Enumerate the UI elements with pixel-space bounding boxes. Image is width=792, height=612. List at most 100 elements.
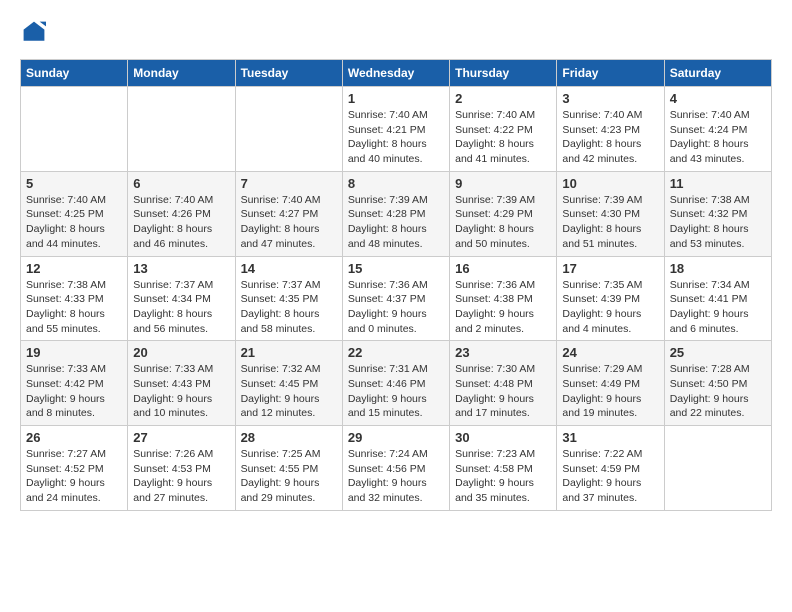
- day-info: Sunrise: 7:37 AMSunset: 4:35 PMDaylight:…: [241, 278, 337, 337]
- calendar-cell: 24 Sunrise: 7:29 AMSunset: 4:49 PMDayligh…: [557, 341, 664, 426]
- day-info: Sunrise: 7:31 AMSunset: 4:46 PMDaylight:…: [348, 362, 444, 421]
- col-header-monday: Monday: [128, 60, 235, 87]
- calendar-cell: 21 Sunrise: 7:32 AMSunset: 4:45 PMDayligh…: [235, 341, 342, 426]
- day-number: 1: [348, 91, 444, 106]
- calendar-cell: 14 Sunrise: 7:37 AMSunset: 4:35 PMDayligh…: [235, 256, 342, 341]
- day-info: Sunrise: 7:40 AMSunset: 4:21 PMDaylight:…: [348, 108, 444, 167]
- day-number: 21: [241, 345, 337, 360]
- col-header-sunday: Sunday: [21, 60, 128, 87]
- day-info: Sunrise: 7:34 AMSunset: 4:41 PMDaylight:…: [670, 278, 766, 337]
- day-info: Sunrise: 7:32 AMSunset: 4:45 PMDaylight:…: [241, 362, 337, 421]
- day-number: 7: [241, 176, 337, 191]
- day-number: 11: [670, 176, 766, 191]
- calendar-cell: [21, 87, 128, 172]
- calendar-cell: 18Sunrise: 7:34 AMSunset: 4:41 PMDayligh…: [664, 256, 771, 341]
- logo: [20, 20, 46, 49]
- calendar-cell: 19 Sunrise: 7:33 AMSunset: 4:42 PMDayligh…: [21, 341, 128, 426]
- day-number: 27: [133, 430, 229, 445]
- day-number: 31: [562, 430, 658, 445]
- day-info: Sunrise: 7:35 AMSunset: 4:39 PMDaylight:…: [562, 278, 658, 337]
- calendar-cell: 22 Sunrise: 7:31 AMSunset: 4:46 PMDayligh…: [342, 341, 449, 426]
- day-info: Sunrise: 7:27 AMSunset: 4:52 PMDaylight:…: [26, 447, 122, 506]
- calendar-cell: 20 Sunrise: 7:33 AMSunset: 4:43 PMDayligh…: [128, 341, 235, 426]
- calendar-cell: 26 Sunrise: 7:27 AMSunset: 4:52 PMDayligh…: [21, 426, 128, 511]
- day-info: Sunrise: 7:33 AMSunset: 4:42 PMDaylight:…: [26, 362, 122, 421]
- calendar-cell: 27 Sunrise: 7:26 AMSunset: 4:53 PMDayligh…: [128, 426, 235, 511]
- calendar-cell: [664, 426, 771, 511]
- logo-block: [20, 20, 46, 49]
- day-info: Sunrise: 7:38 AMSunset: 4:32 PMDaylight:…: [670, 193, 766, 252]
- col-header-tuesday: Tuesday: [235, 60, 342, 87]
- col-header-wednesday: Wednesday: [342, 60, 449, 87]
- day-info: Sunrise: 7:22 AMSunset: 4:59 PMDaylight:…: [562, 447, 658, 506]
- day-info: Sunrise: 7:33 AMSunset: 4:43 PMDaylight:…: [133, 362, 229, 421]
- day-info: Sunrise: 7:39 AMSunset: 4:28 PMDaylight:…: [348, 193, 444, 252]
- day-number: 5: [26, 176, 122, 191]
- day-number: 3: [562, 91, 658, 106]
- day-info: Sunrise: 7:39 AMSunset: 4:29 PMDaylight:…: [455, 193, 551, 252]
- calendar-week-5: 26 Sunrise: 7:27 AMSunset: 4:52 PMDayligh…: [21, 426, 772, 511]
- day-number: 20: [133, 345, 229, 360]
- day-number: 2: [455, 91, 551, 106]
- day-number: 28: [241, 430, 337, 445]
- day-number: 9: [455, 176, 551, 191]
- day-info: Sunrise: 7:39 AMSunset: 4:30 PMDaylight:…: [562, 193, 658, 252]
- calendar-cell: 3Sunrise: 7:40 AMSunset: 4:23 PMDaylight…: [557, 87, 664, 172]
- day-info: Sunrise: 7:36 AMSunset: 4:38 PMDaylight:…: [455, 278, 551, 337]
- calendar-cell: 17 Sunrise: 7:35 AMSunset: 4:39 PMDayligh…: [557, 256, 664, 341]
- calendar-cell: 9 Sunrise: 7:39 AMSunset: 4:29 PMDaylight…: [450, 171, 557, 256]
- day-number: 15: [348, 261, 444, 276]
- calendar-cell: 23 Sunrise: 7:30 AMSunset: 4:48 PMDayligh…: [450, 341, 557, 426]
- calendar-cell: 10 Sunrise: 7:39 AMSunset: 4:30 PMDayligh…: [557, 171, 664, 256]
- day-number: 26: [26, 430, 122, 445]
- day-info: Sunrise: 7:38 AMSunset: 4:33 PMDaylight:…: [26, 278, 122, 337]
- calendar-cell: 29 Sunrise: 7:24 AMSunset: 4:56 PMDayligh…: [342, 426, 449, 511]
- calendar-cell: 6Sunrise: 7:40 AMSunset: 4:26 PMDaylight…: [128, 171, 235, 256]
- day-info: Sunrise: 7:40 AMSunset: 4:26 PMDaylight:…: [133, 193, 229, 252]
- day-number: 29: [348, 430, 444, 445]
- logo-icon: [22, 20, 46, 44]
- calendar-header-row: SundayMondayTuesdayWednesdayThursdayFrid…: [21, 60, 772, 87]
- calendar-cell: 28Sunrise: 7:25 AMSunset: 4:55 PMDayligh…: [235, 426, 342, 511]
- day-info: Sunrise: 7:36 AMSunset: 4:37 PMDaylight:…: [348, 278, 444, 337]
- day-number: 14: [241, 261, 337, 276]
- day-number: 23: [455, 345, 551, 360]
- calendar-cell: 12 Sunrise: 7:38 AMSunset: 4:33 PMDayligh…: [21, 256, 128, 341]
- calendar-cell: 2Sunrise: 7:40 AMSunset: 4:22 PMDaylight…: [450, 87, 557, 172]
- calendar-cell: 1 Sunrise: 7:40 AMSunset: 4:21 PMDaylight…: [342, 87, 449, 172]
- calendar-cell: 15 Sunrise: 7:36 AMSunset: 4:37 PMDayligh…: [342, 256, 449, 341]
- day-number: 25: [670, 345, 766, 360]
- calendar-cell: 13Sunrise: 7:37 AMSunset: 4:34 PMDayligh…: [128, 256, 235, 341]
- calendar-week-1: 1 Sunrise: 7:40 AMSunset: 4:21 PMDaylight…: [21, 87, 772, 172]
- day-number: 12: [26, 261, 122, 276]
- col-header-saturday: Saturday: [664, 60, 771, 87]
- calendar-table: SundayMondayTuesdayWednesdayThursdayFrid…: [20, 59, 772, 511]
- day-number: 22: [348, 345, 444, 360]
- day-number: 10: [562, 176, 658, 191]
- calendar-cell: 11 Sunrise: 7:38 AMSunset: 4:32 PMDayligh…: [664, 171, 771, 256]
- calendar-cell: [235, 87, 342, 172]
- day-info: Sunrise: 7:40 AMSunset: 4:27 PMDaylight:…: [241, 193, 337, 252]
- day-number: 24: [562, 345, 658, 360]
- day-number: 8: [348, 176, 444, 191]
- day-number: 19: [26, 345, 122, 360]
- day-info: Sunrise: 7:37 AMSunset: 4:34 PMDaylight:…: [133, 278, 229, 337]
- day-info: Sunrise: 7:29 AMSunset: 4:49 PMDaylight:…: [562, 362, 658, 421]
- day-number: 30: [455, 430, 551, 445]
- day-info: Sunrise: 7:30 AMSunset: 4:48 PMDaylight:…: [455, 362, 551, 421]
- day-info: Sunrise: 7:24 AMSunset: 4:56 PMDaylight:…: [348, 447, 444, 506]
- calendar-cell: 4 Sunrise: 7:40 AMSunset: 4:24 PMDaylight…: [664, 87, 771, 172]
- calendar-week-2: 5Sunrise: 7:40 AMSunset: 4:25 PMDaylight…: [21, 171, 772, 256]
- calendar-week-3: 12 Sunrise: 7:38 AMSunset: 4:33 PMDayligh…: [21, 256, 772, 341]
- calendar-cell: 16Sunrise: 7:36 AMSunset: 4:38 PMDayligh…: [450, 256, 557, 341]
- col-header-thursday: Thursday: [450, 60, 557, 87]
- day-info: Sunrise: 7:23 AMSunset: 4:58 PMDaylight:…: [455, 447, 551, 506]
- calendar-cell: 31 Sunrise: 7:22 AMSunset: 4:59 PMDayligh…: [557, 426, 664, 511]
- day-number: 17: [562, 261, 658, 276]
- page-header: [20, 20, 772, 49]
- day-info: Sunrise: 7:40 AMSunset: 4:24 PMDaylight:…: [670, 108, 766, 167]
- calendar-cell: 8 Sunrise: 7:39 AMSunset: 4:28 PMDaylight…: [342, 171, 449, 256]
- day-number: 4: [670, 91, 766, 106]
- calendar-week-4: 19 Sunrise: 7:33 AMSunset: 4:42 PMDayligh…: [21, 341, 772, 426]
- day-info: Sunrise: 7:26 AMSunset: 4:53 PMDaylight:…: [133, 447, 229, 506]
